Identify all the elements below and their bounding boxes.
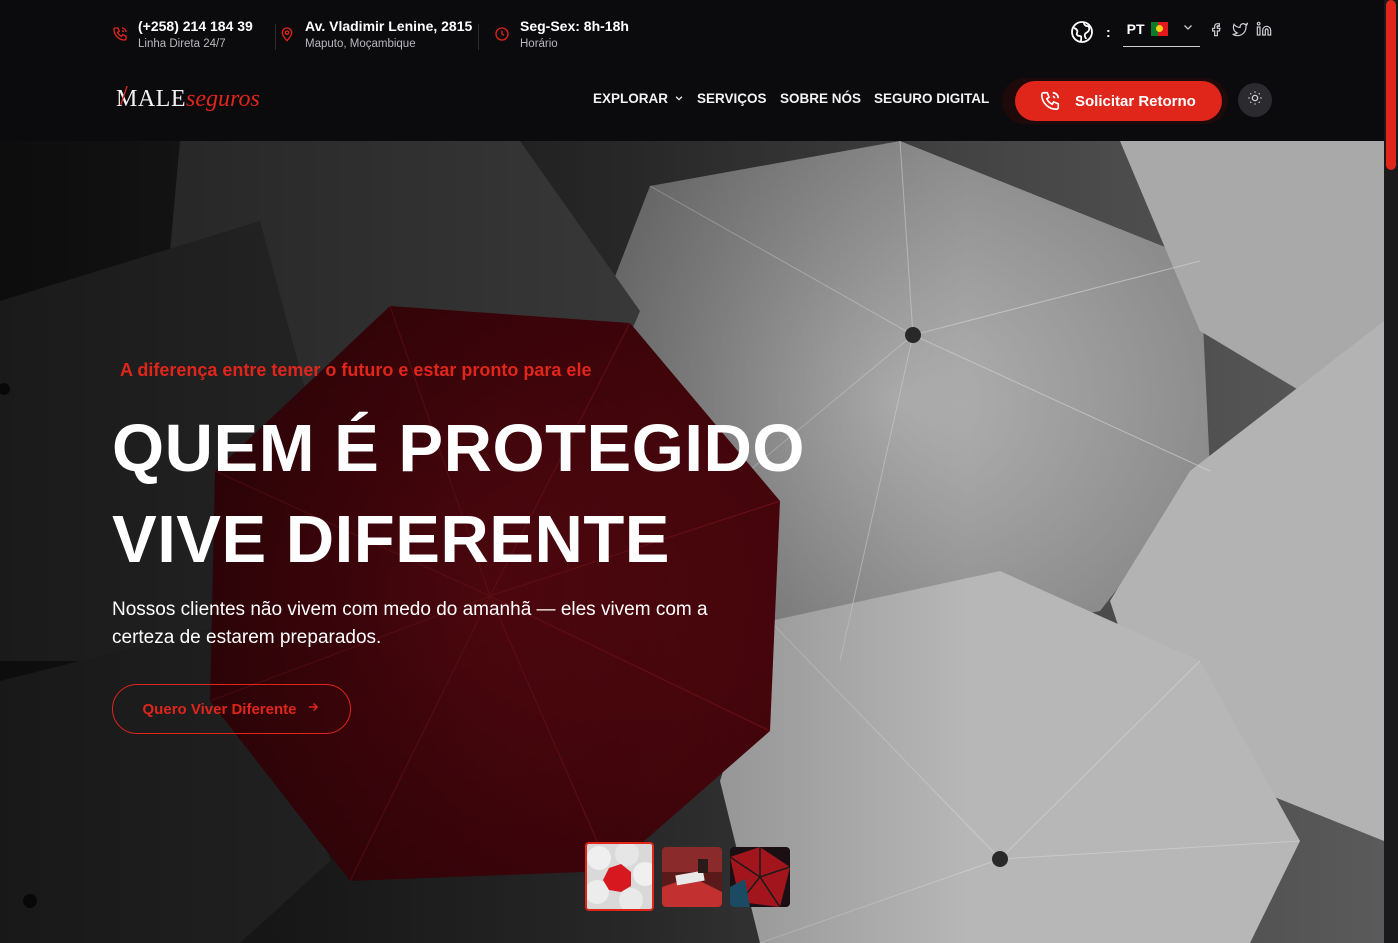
phone-caption: Linha Direta 24/7 <box>138 38 226 50</box>
hero-cta-label: Quero Viver Diferente <box>142 700 297 718</box>
hero-headline: QUEM É PROTEGIDO VIVE DIFERENTE <box>112 403 805 585</box>
divider <box>275 24 276 50</box>
address-info: Av. Vladimir Lenine, 2815 Maputo, Moçamb… <box>279 18 472 51</box>
hours-value: Seg-Sex: 8h-18h <box>520 18 629 34</box>
social-links <box>1208 21 1272 37</box>
top-info-bar: (+258) 214 184 39 Linha Direta 24/7 Av. … <box>0 0 1398 62</box>
slide-thumbnail-3[interactable] <box>730 847 790 907</box>
cta-wrapper: Solicitar Retorno <box>1002 78 1228 124</box>
slide-thumbnail-2[interactable] <box>662 847 722 907</box>
sun-icon <box>1247 90 1263 111</box>
language-switcher[interactable]: : PT <box>1070 16 1200 47</box>
logo-slash: / <box>120 81 128 112</box>
phone-icon <box>112 26 128 42</box>
slide-thumbnail-1[interactable] <box>585 842 654 911</box>
hours-info: Seg-Sex: 8h-18h Horário <box>494 18 629 51</box>
divider <box>478 24 479 50</box>
hero-section: A diferença entre temer o futuro e estar… <box>0 141 1384 943</box>
hero-tagline: A diferença entre temer o futuro e estar… <box>120 360 592 380</box>
portugal-flag-icon <box>1150 22 1168 36</box>
chevron-down-icon <box>674 91 684 106</box>
address-city: Maputo, Moçambique <box>305 38 416 50</box>
site-logo[interactable]: MALEseguros / <box>116 81 260 114</box>
hero-headline-line2: VIVE DIFERENTE <box>112 502 670 577</box>
language-select[interactable]: PT <box>1122 16 1200 47</box>
hours-caption: Horário <box>520 38 558 50</box>
globe-icon <box>1070 20 1094 44</box>
location-pin-icon <box>279 26 295 42</box>
nav-item-sobre-nos[interactable]: SOBRE NÓS <box>780 91 861 106</box>
phone-call-icon <box>1039 90 1061 112</box>
arrow-right-icon <box>306 700 320 718</box>
hero-description: Nossos clientes não vivem com medo do am… <box>112 599 708 648</box>
hero-headline-line1: QUEM É PROTEGIDO <box>112 411 805 486</box>
nav-item-label: EXPLORAR <box>593 91 669 106</box>
hero-cta-button[interactable]: Quero Viver Diferente <box>112 684 351 734</box>
nav-item-explorar[interactable]: EXPLORAR <box>593 91 684 106</box>
nav-item-servicos[interactable]: SERVIÇOS <box>697 91 767 106</box>
clock-icon <box>494 26 510 42</box>
logo-text-seguros: seguros <box>186 86 260 112</box>
theme-toggle-button[interactable] <box>1238 83 1272 117</box>
facebook-icon[interactable] <box>1208 21 1224 37</box>
language-code: PT <box>1126 21 1145 37</box>
language-colon: : <box>1106 23 1111 40</box>
main-navbar: MALEseguros / EXPLORAR SERVIÇOS SOBRE NÓ… <box>0 62 1398 141</box>
phone-number: (+258) 214 184 39 <box>138 18 253 34</box>
linkedin-icon[interactable] <box>1256 21 1272 37</box>
twitter-icon[interactable] <box>1232 21 1249 37</box>
slide-thumbnails <box>585 842 790 911</box>
chevron-down-icon <box>1182 20 1194 38</box>
page-scrollbar-thumb[interactable] <box>1386 0 1396 170</box>
phone-info[interactable]: (+258) 214 184 39 Linha Direta 24/7 <box>112 18 253 51</box>
request-callback-label: Solicitar Retorno <box>1075 92 1196 110</box>
address-street: Av. Vladimir Lenine, 2815 <box>305 18 473 34</box>
nav-item-seguro-digital[interactable]: SEGURO DIGITAL <box>874 91 989 106</box>
request-callback-button[interactable]: Solicitar Retorno <box>1015 81 1222 121</box>
